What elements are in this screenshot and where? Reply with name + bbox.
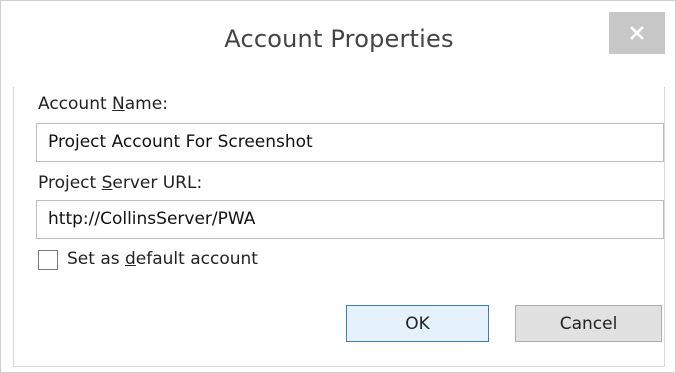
default-account-label[interactable]: Set as default account <box>67 249 258 269</box>
project-server-url-input[interactable]: http://CollinsServer/PWA <box>36 200 664 239</box>
dialog-title: Account Properties <box>224 25 454 53</box>
ok-button[interactable]: OK <box>346 305 489 342</box>
account-name-label: Account Name: <box>38 94 168 114</box>
project-server-url-label: Project Server URL: <box>38 173 203 193</box>
default-account-checkbox[interactable] <box>38 250 58 270</box>
account-name-input[interactable]: Project Account For Screenshot <box>36 123 664 162</box>
cancel-button[interactable]: Cancel <box>515 305 662 342</box>
title-bar[interactable]: Account Properties <box>1 1 675 87</box>
account-properties-dialog: Account Properties Account Name: Project… <box>0 0 676 373</box>
close-icon <box>630 26 644 40</box>
close-button[interactable] <box>609 12 665 54</box>
